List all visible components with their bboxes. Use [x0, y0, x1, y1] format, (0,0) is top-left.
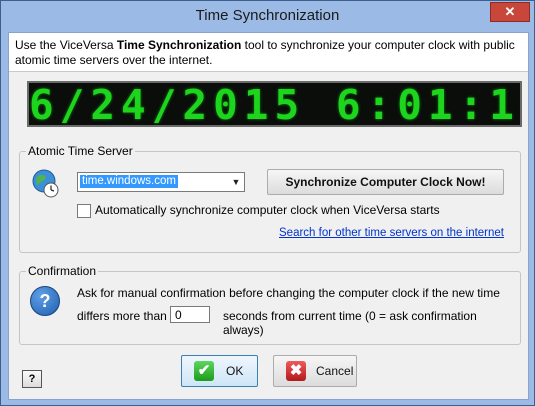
title-bar[interactable]: Time Synchronization ✕	[1, 1, 534, 31]
intro-text: Use the ViceVersa Time Synchronization t…	[9, 33, 528, 68]
clock-readout: 6/24/2015 6:01:14 AM	[29, 81, 520, 127]
time-server-value: time.windows.com	[80, 175, 178, 188]
intro-tool-name: Time Synchronization	[116, 38, 242, 52]
confirmation-label: Confirmation	[26, 264, 99, 278]
seconds-threshold-input[interactable]: 0	[170, 306, 210, 323]
checkmark-icon: ✔	[194, 361, 214, 381]
differs-more-than-label: differs more than	[77, 309, 167, 323]
time-server-select[interactable]: time.windows.com ▼	[77, 172, 245, 192]
cancel-label: Cancel	[316, 364, 354, 378]
window-title: Time Synchronization	[195, 7, 340, 24]
auto-sync-label[interactable]: Automatically synchronize computer clock…	[95, 203, 440, 217]
seconds-description: seconds from current time (0 = ask confi…	[223, 309, 477, 337]
help-button[interactable]: ?	[22, 370, 42, 388]
time-sync-window: Time Synchronization ✕ Use the ViceVersa…	[0, 0, 535, 406]
close-button[interactable]: ✕	[490, 2, 530, 22]
ok-label: OK	[226, 364, 244, 378]
dialog-body: Use the ViceVersa Time Synchronization t…	[8, 32, 529, 400]
intro-panel: Use the ViceVersa Time Synchronization t…	[9, 33, 528, 72]
confirmation-group: Confirmation ? Ask for manual confirmati…	[19, 264, 521, 345]
digital-clock-display: 6/24/2015 6:01:14 AM	[27, 81, 522, 127]
intro-prefix: Use the ViceVersa	[15, 38, 117, 52]
globe-clock-icon	[32, 169, 59, 198]
search-time-servers-link[interactable]: Search for other time servers on the int…	[279, 227, 504, 239]
question-icon: ?	[30, 286, 60, 316]
confirmation-description: Ask for manual confirmation before chang…	[77, 286, 500, 300]
cancel-button[interactable]: ✖ Cancel	[273, 355, 357, 387]
auto-sync-checkbox[interactable]	[77, 204, 91, 218]
atomic-time-server-group: Atomic Time Server time.windows.com ▼ Sy…	[19, 144, 521, 253]
synchronize-now-button[interactable]: Synchronize Computer Clock Now!	[267, 169, 504, 195]
ok-button[interactable]: ✔ OK	[181, 355, 258, 387]
chevron-down-icon[interactable]: ▼	[229, 174, 243, 190]
atomic-time-server-label: Atomic Time Server	[26, 144, 135, 158]
cancel-x-icon: ✖	[286, 361, 306, 381]
